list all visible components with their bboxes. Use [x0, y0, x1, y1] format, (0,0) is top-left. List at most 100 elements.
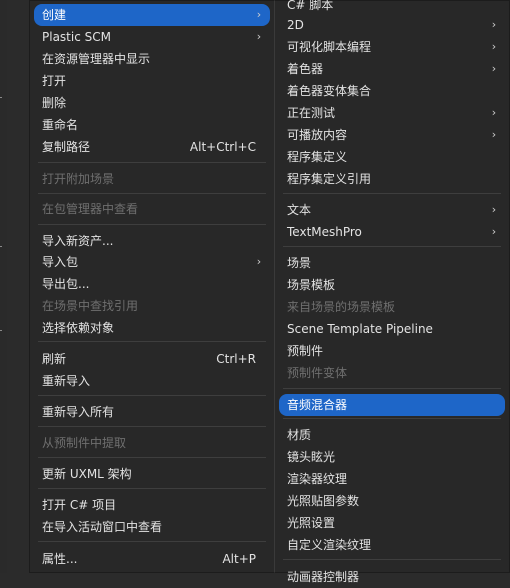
- menu-item-label: 在场景中查找引用: [42, 299, 139, 313]
- menu-item-打开-c-项目[interactable]: 打开 C# 项目: [34, 494, 270, 516]
- menu-item-label: 动画器控制器: [287, 570, 360, 584]
- chevron-right-icon: ›: [256, 8, 262, 21]
- menu-item-label: 复制路径: [42, 140, 91, 154]
- menu-item-打开附加场景: 打开附加场景: [34, 168, 270, 190]
- menu-item-可视化脚本编程[interactable]: 可视化脚本编程 ›: [279, 36, 505, 58]
- menu-item-label: TextMeshPro: [287, 225, 362, 239]
- menu-item-label: 渲染器纹理: [287, 472, 348, 486]
- menu-item-label: 属性...: [42, 552, 78, 566]
- edge-tick: [0, 97, 2, 98]
- chevron-right-icon: ›: [491, 106, 497, 119]
- menu-item-更新-uxml-架构[interactable]: 更新 UXML 架构: [34, 463, 270, 485]
- menu-separator: [38, 341, 266, 342]
- chevron-right-icon: ›: [491, 62, 497, 75]
- menu-item-打开[interactable]: 打开: [34, 70, 270, 92]
- menu-item-label: 导出包...: [42, 277, 90, 291]
- menu-item-在资源管理器中显示[interactable]: 在资源管理器中显示: [34, 48, 270, 70]
- menu-item-预制件[interactable]: 预制件: [279, 340, 505, 362]
- menu-item-重命名[interactable]: 重命名: [34, 114, 270, 136]
- menu-separator: [38, 541, 266, 542]
- menu-item-刷新[interactable]: 刷新 Ctrl+R: [34, 348, 270, 370]
- menu-item-label: 文本: [287, 203, 312, 217]
- menu-item-label: 重新导入所有: [42, 405, 115, 419]
- menu-item-label: 2D: [287, 18, 304, 32]
- menu-item-label: 在资源管理器中显示: [42, 52, 151, 66]
- menu-item-场景模板[interactable]: 场景模板: [279, 274, 505, 296]
- menu-item-导出包[interactable]: 导出包...: [34, 273, 270, 295]
- menu-item-场景[interactable]: 场景: [279, 252, 505, 274]
- menu-item-着色器变体集合[interactable]: 着色器变体集合: [279, 80, 505, 102]
- menu-item-选择依赖对象[interactable]: 选择依赖对象: [34, 317, 270, 339]
- chevron-right-icon: ›: [256, 30, 262, 43]
- menu-item-label: 自定义渲染纹理: [287, 538, 372, 552]
- menu-item-重新导入[interactable]: 重新导入: [34, 370, 270, 392]
- menu-item-程序集定义引用[interactable]: 程序集定义引用: [279, 168, 505, 190]
- menu-item-着色器[interactable]: 着色器 ›: [279, 58, 505, 80]
- menu-item-label: 镜头眩光: [287, 450, 336, 464]
- chevron-right-icon: ›: [491, 18, 497, 31]
- menu-item-label: 导入新资产...: [42, 234, 114, 248]
- menu-item-导入新资产[interactable]: 导入新资产...: [34, 230, 270, 252]
- menu-item-复制路径[interactable]: 复制路径 Alt+Ctrl+C: [34, 136, 270, 158]
- menu-separator: [38, 488, 266, 489]
- create-submenu: C# 脚本 2D › 可视化脚本编程 › 着色器 › 着色器变体集合 正在测试 › 可播放内容 › 程序…: [274, 0, 510, 584]
- menu-item-label: 在导入活动窗口中查看: [42, 520, 163, 534]
- menu-separator: [38, 395, 266, 396]
- menu-item-在包管理器中查看: 在包管理器中查看: [34, 198, 270, 220]
- menu-item-渲染器纹理[interactable]: 渲染器纹理: [279, 468, 505, 490]
- menu-item-label: 场景模板: [287, 278, 336, 292]
- menu-item-label: 可视化脚本编程: [287, 40, 372, 54]
- menu-item-label: 程序集定义引用: [287, 172, 372, 186]
- menu-item-属性[interactable]: 属性... Alt+P: [34, 548, 270, 570]
- menu-item-删除[interactable]: 删除: [34, 92, 270, 114]
- menu-item-label: 可播放内容: [287, 128, 348, 142]
- menu-item-来自场景的场景模板: 来自场景的场景模板: [279, 296, 505, 318]
- menu-item-label: 着色器: [287, 62, 324, 76]
- menu-item-label: 选择依赖对象: [42, 321, 115, 335]
- menu-item-label: 场景: [287, 256, 312, 270]
- menu-item-textmeshpro[interactable]: TextMeshPro ›: [279, 221, 505, 243]
- menu-item-动画器控制器[interactable]: 动画器控制器: [279, 566, 505, 588]
- menu-separator: [283, 246, 501, 247]
- menu-item-label: 在包管理器中查看: [42, 202, 139, 216]
- menu-item-音频混合器[interactable]: 音频混合器: [279, 394, 505, 416]
- menu-item-重新导入所有[interactable]: 重新导入所有: [34, 401, 270, 423]
- menu-item-label: 打开 C# 项目: [42, 498, 117, 512]
- menu-item-光照设置[interactable]: 光照设置: [279, 512, 505, 534]
- menu-item-导入包[interactable]: 导入包 ›: [34, 251, 270, 273]
- menu-item-label: 重命名: [42, 118, 79, 132]
- menu-item-label: 音频混合器: [287, 398, 348, 412]
- menu-separator: [38, 193, 266, 194]
- menu-item-plastic-scm[interactable]: Plastic SCM ›: [34, 26, 270, 48]
- menu-item-正在测试[interactable]: 正在测试 ›: [279, 102, 505, 124]
- menu-item-scene-template-pipeline[interactable]: Scene Template Pipeline: [279, 318, 505, 340]
- shortcut-label: Ctrl+R: [216, 352, 256, 366]
- menu-item-预制件变体: 预制件变体: [279, 362, 505, 384]
- menu-item-自定义渲染纹理[interactable]: 自定义渲染纹理: [279, 534, 505, 556]
- context-menu: 创建 › Plastic SCM › 在资源管理器中显示打开 删除重命名复制路径 Alt+C…: [29, 0, 275, 573]
- menu-item-在导入活动窗口中查看[interactable]: 在导入活动窗口中查看: [34, 516, 270, 538]
- menu-separator: [38, 224, 266, 225]
- menu-item-光照贴图参数[interactable]: 光照贴图参数: [279, 490, 505, 512]
- menu-separator: [38, 162, 266, 163]
- menu-item-label: 刷新: [42, 352, 67, 366]
- menu-item-镜头眩光[interactable]: 镜头眩光: [279, 446, 505, 468]
- menu-item-label: 从预制件中提取: [42, 436, 127, 450]
- menu-item-文本[interactable]: 文本 ›: [279, 199, 505, 221]
- menu-item-可播放内容[interactable]: 可播放内容 ›: [279, 124, 505, 146]
- menu-item-label: Plastic SCM: [42, 30, 111, 44]
- chevron-right-icon: ›: [491, 203, 497, 216]
- menu-separator: [283, 559, 501, 560]
- menu-item-label: 来自场景的场景模板: [287, 300, 396, 314]
- menu-separator: [283, 388, 501, 389]
- menu-item-label: 光照贴图参数: [287, 494, 360, 508]
- menu-item-材质[interactable]: 材质: [279, 424, 505, 446]
- menu-item-label: 正在测试: [287, 106, 336, 120]
- menu-item-label: 材质: [287, 428, 312, 442]
- chevron-right-icon: ›: [491, 225, 497, 238]
- menu-item-label: 更新 UXML 架构: [42, 467, 132, 481]
- menu-item-2d[interactable]: 2D ›: [279, 14, 505, 36]
- menu-item-创建[interactable]: 创建 ›: [34, 4, 270, 26]
- menu-item-程序集定义[interactable]: 程序集定义: [279, 146, 505, 168]
- menu-item-label: 创建: [42, 8, 67, 22]
